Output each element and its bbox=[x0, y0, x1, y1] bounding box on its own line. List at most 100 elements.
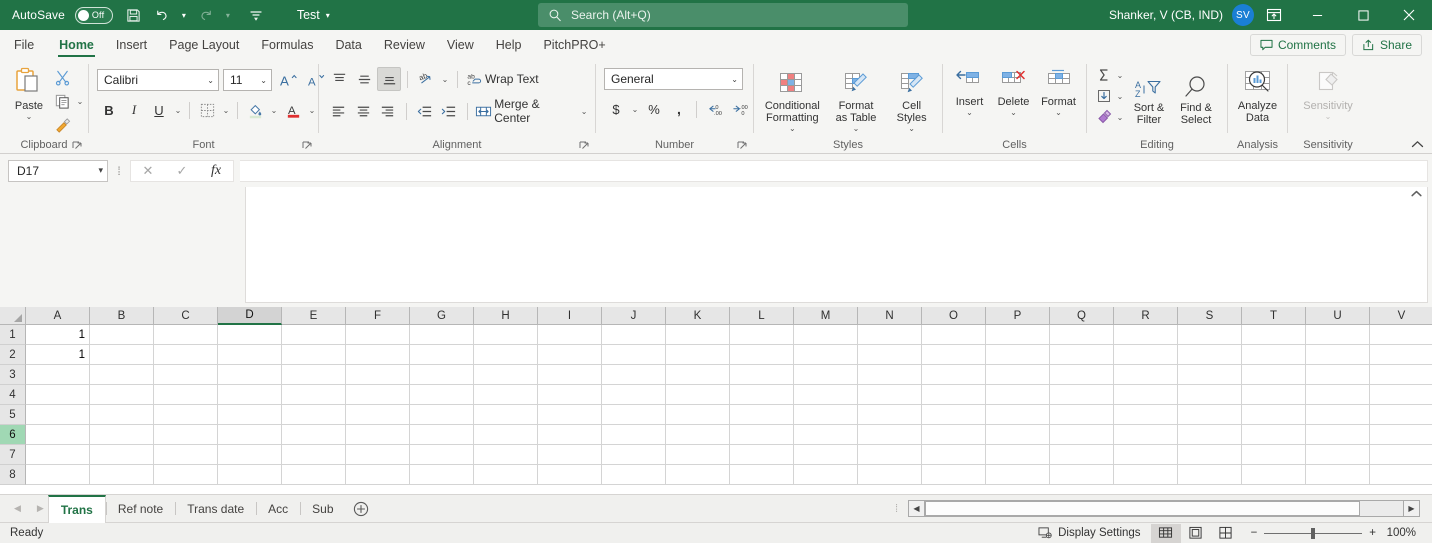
ribbon-tab-file[interactable]: File bbox=[0, 30, 48, 59]
cell-G7[interactable] bbox=[410, 445, 474, 465]
cell-D3[interactable] bbox=[218, 365, 282, 385]
cell-N5[interactable] bbox=[858, 405, 922, 425]
zoom-in-button[interactable]: + bbox=[1369, 527, 1376, 539]
cell-L7[interactable] bbox=[730, 445, 794, 465]
cell-H5[interactable] bbox=[474, 405, 538, 425]
copy-dropdown-icon[interactable]: ⌄ bbox=[74, 89, 86, 113]
cell-S1[interactable] bbox=[1178, 325, 1242, 345]
cell-R6[interactable] bbox=[1114, 425, 1178, 445]
cell-O5[interactable] bbox=[922, 405, 986, 425]
insert-cells-dropdown-icon[interactable]: ⌄ bbox=[966, 109, 973, 117]
sheet-tab-sub[interactable]: Sub bbox=[300, 496, 345, 521]
autosave-toggle[interactable]: Off bbox=[74, 6, 113, 24]
cell-P5[interactable] bbox=[986, 405, 1050, 425]
display-settings-button[interactable]: Display Settings bbox=[1028, 524, 1150, 543]
cell-A8[interactable] bbox=[26, 465, 90, 485]
sheet-tab-acc[interactable]: Acc bbox=[256, 496, 300, 521]
cell-C1[interactable] bbox=[154, 325, 218, 345]
cell-M7[interactable] bbox=[794, 445, 858, 465]
cell-R1[interactable] bbox=[1114, 325, 1178, 345]
column-header-s[interactable]: S bbox=[1178, 307, 1242, 325]
cell-T6[interactable] bbox=[1242, 425, 1306, 445]
cell-M2[interactable] bbox=[794, 345, 858, 365]
cell-D4[interactable] bbox=[218, 385, 282, 405]
cell-K5[interactable] bbox=[666, 405, 730, 425]
cell-V6[interactable] bbox=[1370, 425, 1432, 445]
undo-icon[interactable] bbox=[149, 3, 175, 27]
cell-A6[interactable] bbox=[26, 425, 90, 445]
orientation-dropdown-icon[interactable]: ⌄ bbox=[439, 67, 451, 91]
percent-style-icon[interactable]: % bbox=[642, 97, 666, 121]
sort-and-filter-button[interactable]: AZ Sort & Filter bbox=[1126, 65, 1172, 126]
cell-U5[interactable] bbox=[1306, 405, 1370, 425]
cell-U2[interactable] bbox=[1306, 345, 1370, 365]
name-box-chevron-down-icon[interactable]: ▾ bbox=[98, 165, 103, 176]
cell-J1[interactable] bbox=[602, 325, 666, 345]
conditional-formatting-button[interactable]: Conditional Formatting ⌄ bbox=[761, 66, 823, 133]
previous-sheet-icon[interactable]: ◀ bbox=[14, 503, 21, 514]
cell-U1[interactable] bbox=[1306, 325, 1370, 345]
cell-I8[interactable] bbox=[538, 465, 602, 485]
cell-D6[interactable] bbox=[218, 425, 282, 445]
cut-icon[interactable] bbox=[50, 65, 74, 89]
cell-B8[interactable] bbox=[90, 465, 154, 485]
cell-H6[interactable] bbox=[474, 425, 538, 445]
accounting-format-dropdown-icon[interactable]: ⌄ bbox=[629, 97, 641, 121]
normal-view-icon[interactable] bbox=[1150, 523, 1181, 543]
ribbon-tab-data[interactable]: Data bbox=[324, 30, 372, 59]
cell-B2[interactable] bbox=[90, 345, 154, 365]
cell-O8[interactable] bbox=[922, 465, 986, 485]
cell-A7[interactable] bbox=[26, 445, 90, 465]
scroll-right-icon[interactable]: ▶ bbox=[1403, 500, 1420, 517]
cell-O6[interactable] bbox=[922, 425, 986, 445]
row-header-2[interactable]: 2 bbox=[0, 345, 26, 365]
cell-S2[interactable] bbox=[1178, 345, 1242, 365]
cell-M1[interactable] bbox=[794, 325, 858, 345]
column-header-b[interactable]: B bbox=[90, 307, 154, 325]
cell-G8[interactable] bbox=[410, 465, 474, 485]
cell-U3[interactable] bbox=[1306, 365, 1370, 385]
cell-styles-button[interactable]: Cell Styles ⌄ bbox=[889, 66, 935, 133]
add-sheet-icon[interactable] bbox=[346, 501, 376, 517]
cell-D5[interactable] bbox=[218, 405, 282, 425]
ribbon-tab-review[interactable]: Review bbox=[373, 30, 436, 59]
middle-align-icon[interactable] bbox=[352, 67, 376, 91]
column-header-o[interactable]: O bbox=[922, 307, 986, 325]
cell-K3[interactable] bbox=[666, 365, 730, 385]
increase-decimal-icon[interactable]: 0.00 bbox=[702, 97, 726, 121]
cell-J5[interactable] bbox=[602, 405, 666, 425]
cell-J7[interactable] bbox=[602, 445, 666, 465]
cell-P7[interactable] bbox=[986, 445, 1050, 465]
sheet-tab-ref-note[interactable]: Ref note bbox=[105, 496, 175, 521]
cell-N6[interactable] bbox=[858, 425, 922, 445]
cell-V2[interactable] bbox=[1370, 345, 1432, 365]
cell-H2[interactable] bbox=[474, 345, 538, 365]
cell-R3[interactable] bbox=[1114, 365, 1178, 385]
font-color-icon[interactable]: A bbox=[281, 98, 305, 122]
cell-U4[interactable] bbox=[1306, 385, 1370, 405]
format-painter-icon[interactable] bbox=[50, 113, 74, 137]
redo-icon[interactable] bbox=[193, 3, 219, 27]
maximize-icon[interactable] bbox=[1340, 0, 1386, 30]
cell-S8[interactable] bbox=[1178, 465, 1242, 485]
cell-P4[interactable] bbox=[986, 385, 1050, 405]
cell-A1[interactable]: 1 bbox=[26, 325, 90, 345]
cell-O3[interactable] bbox=[922, 365, 986, 385]
row-header-8[interactable]: 8 bbox=[0, 465, 26, 485]
cell-P2[interactable] bbox=[986, 345, 1050, 365]
sheet-bar-splitter[interactable]: ⁞ bbox=[885, 503, 908, 515]
cell-G4[interactable] bbox=[410, 385, 474, 405]
cell-Q4[interactable] bbox=[1050, 385, 1114, 405]
format-as-table-button[interactable]: Format as Table ⌄ bbox=[828, 66, 884, 133]
cell-B4[interactable] bbox=[90, 385, 154, 405]
cell-R4[interactable] bbox=[1114, 385, 1178, 405]
cell-I7[interactable] bbox=[538, 445, 602, 465]
cell-M4[interactable] bbox=[794, 385, 858, 405]
zoom-thumb[interactable] bbox=[1311, 527, 1316, 539]
column-header-t[interactable]: T bbox=[1242, 307, 1306, 325]
cell-F4[interactable] bbox=[346, 385, 410, 405]
formula-input-expanded[interactable] bbox=[245, 187, 1428, 303]
column-header-u[interactable]: U bbox=[1306, 307, 1370, 325]
cell-C4[interactable] bbox=[154, 385, 218, 405]
cell-K8[interactable] bbox=[666, 465, 730, 485]
